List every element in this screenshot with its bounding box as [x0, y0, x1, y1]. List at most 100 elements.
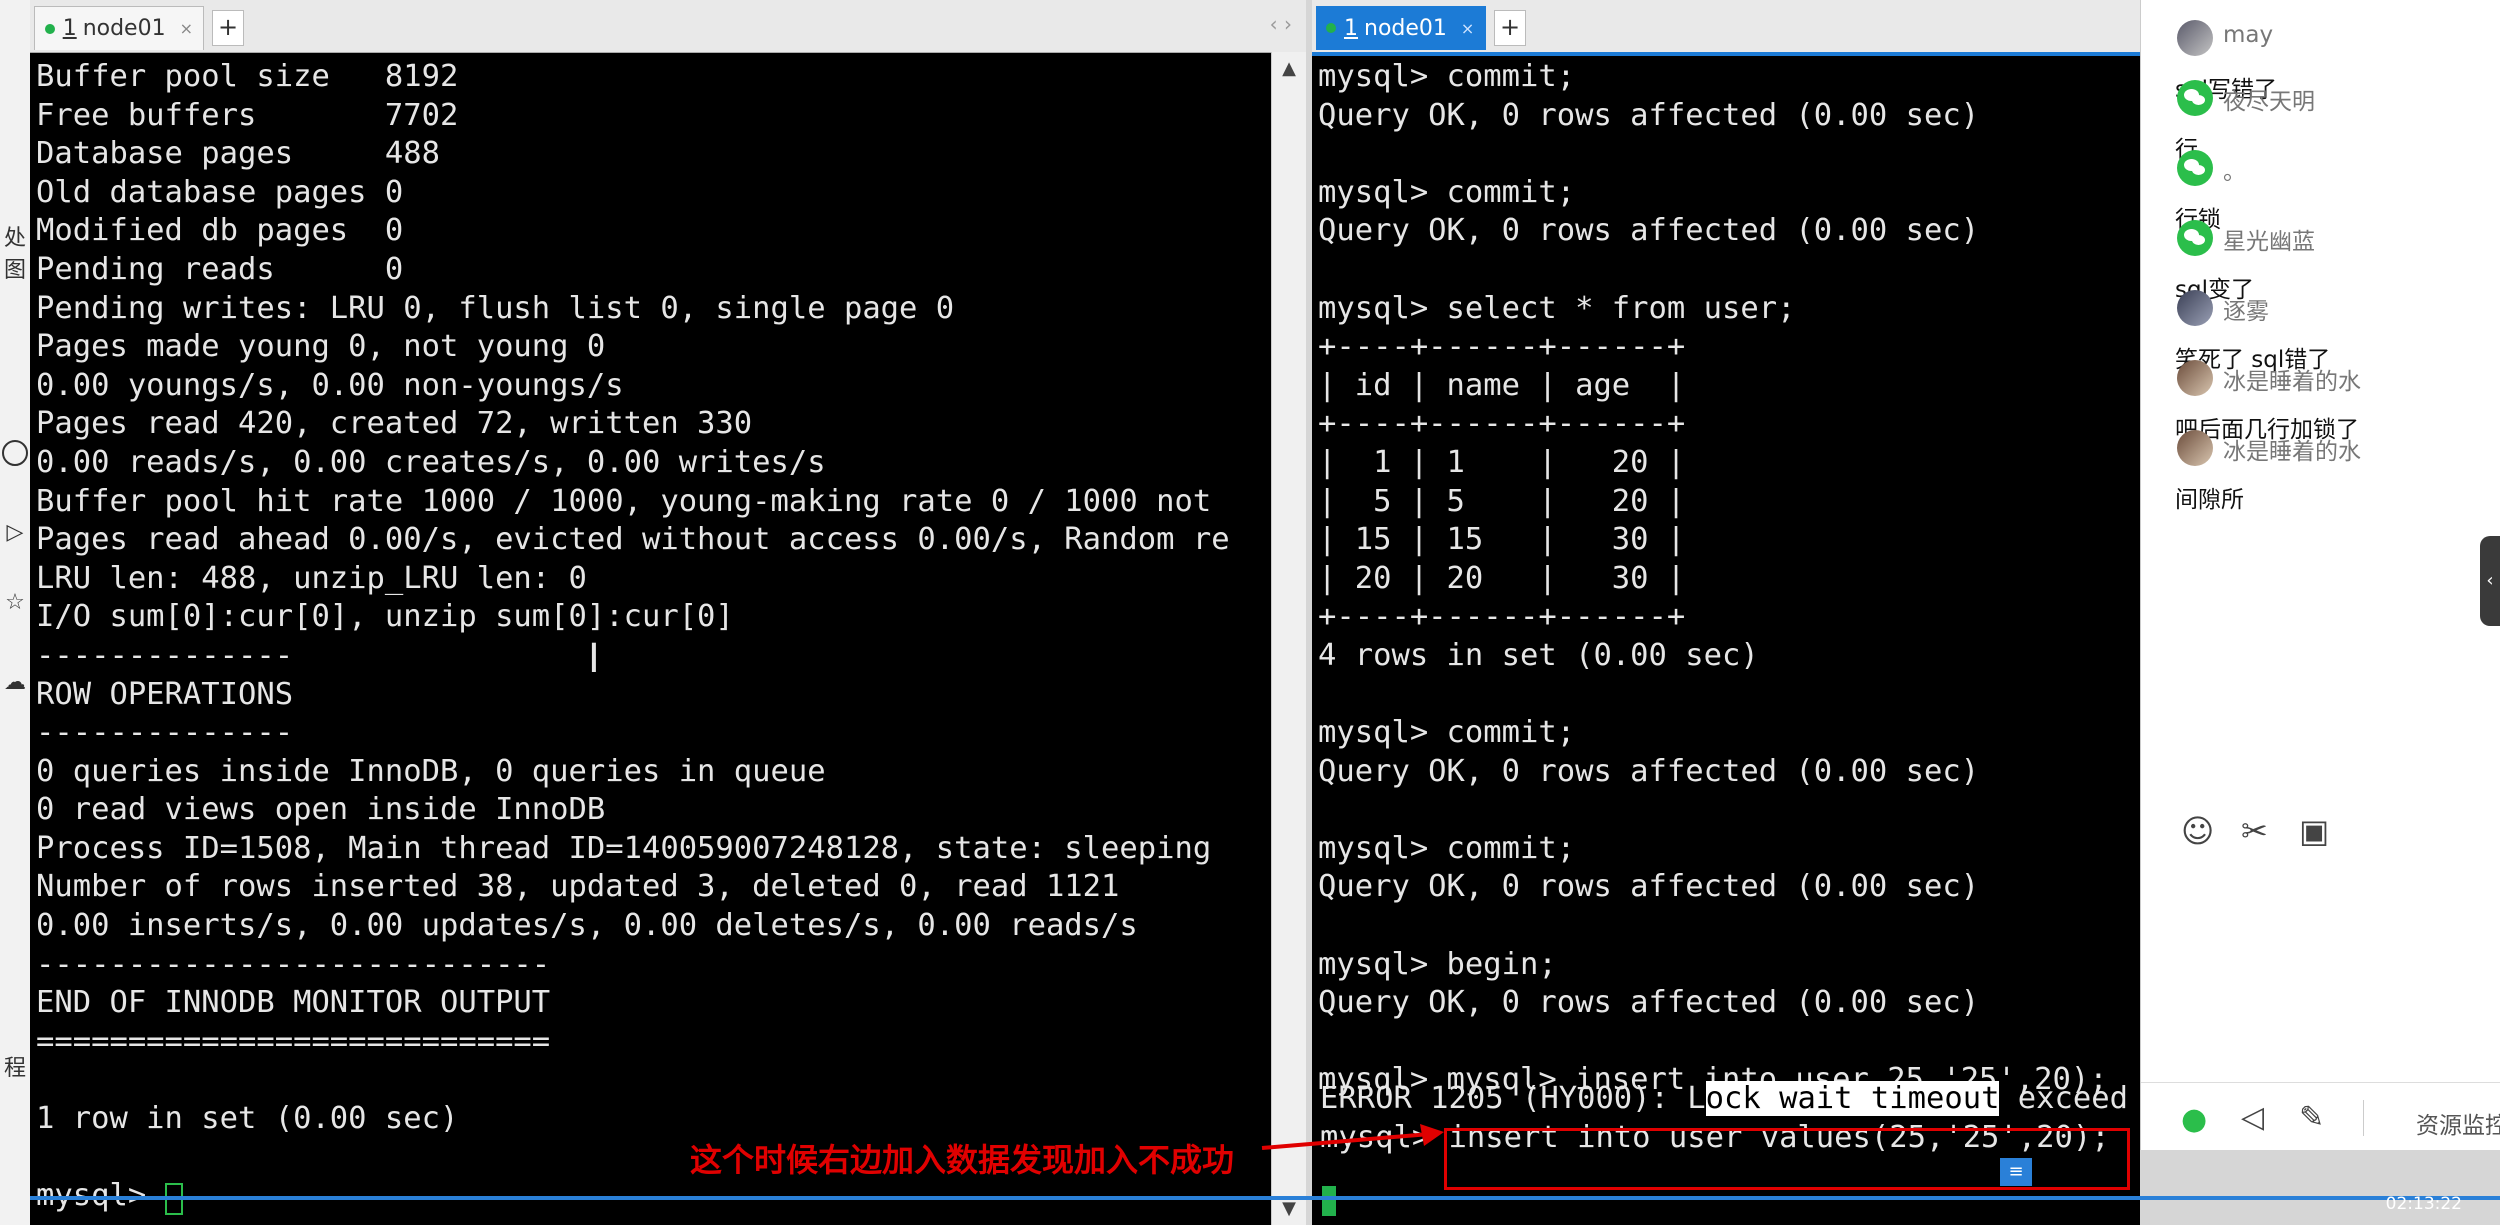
chat-sender-name: may — [2223, 22, 2274, 48]
chat-sender-name: 星光幽蓝 — [2223, 229, 2315, 255]
terminal-line: Query OK, 0 rows affected (0.00 sec) — [1318, 97, 1980, 133]
image-icon[interactable]: ▣ — [2299, 812, 2329, 850]
terminal-line: I/O sum[0]:cur[0], unzip sum[0]:cur[0] — [36, 599, 734, 635]
terminal-line: 0 queries inside InnoDB, 0 queries in qu… — [36, 753, 826, 789]
chat-sender-name: 夜尽天明 — [2223, 89, 2315, 115]
notes-icon[interactable]: ≡ — [2000, 1158, 2032, 1186]
right-terminal-pane[interactable]: 1 node01 × + mysql> commit; Query OK, 0 r… — [1312, 0, 2140, 1225]
terminal-line: Free buffers 7702 — [36, 97, 459, 133]
error-text: ERROR 1205 (HY000): L — [1320, 1081, 1706, 1116]
error-text-tail: exceed — [1999, 1081, 2128, 1116]
terminal-line: Modified db pages 0 — [36, 213, 404, 249]
chat-panel: maysql写错了夜尽天明行。行锁星光幽蓝sql变了逐雾笑死了 sql错了冰是睡… — [2140, 0, 2500, 1150]
terminal-line: -------------- — [36, 637, 294, 673]
terminal-line: Pending writes: LRU 0, flush list 0, sin… — [36, 290, 955, 326]
strip-char: 处 — [3, 226, 26, 251]
terminal-line: END OF INNODB MONITOR OUTPUT — [36, 985, 551, 1021]
left-tab-bar: 1 node01 × + ‹ › — [30, 0, 1306, 53]
avatar — [2177, 290, 2213, 326]
terminal-line: Query OK, 0 rows affected (0.00 sec) — [1318, 213, 1980, 249]
terminal-line: +----+------+------+ — [1318, 329, 1686, 365]
terminal-line: mysql> commit; — [1318, 715, 1576, 751]
chat-sender-name: 冰是睡着的水 — [2223, 369, 2361, 395]
avatar — [2177, 80, 2213, 116]
terminal-line: mysql> commit; — [1318, 174, 1576, 210]
error-highlight: ock wait timeout — [1705, 1081, 2000, 1116]
add-tab-button[interactable]: + — [212, 10, 244, 46]
terminal-line: | 1 | 1 | 20 | — [1318, 444, 1686, 480]
mic-icon[interactable]: ● — [2181, 1102, 2207, 1137]
cloud-icon: ☁ — [4, 670, 26, 695]
annotation-text: 这个时候右边加入数据发现加入不成功 — [690, 1141, 1235, 1179]
add-tab-button[interactable]: + — [1494, 10, 1526, 46]
divider — [2141, 1082, 2500, 1083]
terminal-line: 0.00 inserts/s, 0.00 updates/s, 0.00 del… — [36, 908, 1138, 944]
collapse-panel-button[interactable]: ‹ — [2480, 536, 2500, 626]
terminal-line: 0.00 reads/s, 0.00 creates/s, 0.00 write… — [36, 444, 826, 480]
close-icon[interactable]: × — [1461, 19, 1474, 38]
terminal-line: mysql> begin; — [1318, 946, 1557, 982]
background-app-strip: 处 图 ▷ ☆ ☁ 程 — [0, 0, 31, 1225]
terminal-line: Pages read ahead 0.00/s, evicted without… — [36, 522, 1230, 558]
terminal-line: mysql> commit; — [1318, 59, 1576, 94]
terminal-line: Query OK, 0 rows affected (0.00 sec) — [1318, 985, 1980, 1021]
terminal-line: ============================ — [36, 1023, 551, 1059]
tab-node01[interactable]: 1 node01 × — [34, 6, 204, 50]
terminal-line: Query OK, 0 rows affected (0.00 sec) — [1318, 753, 1980, 789]
terminal-line: Old database pages 0 — [36, 174, 404, 210]
terminal-caret — [1322, 1186, 1336, 1216]
terminal-line: Database pages 488 — [36, 136, 440, 172]
left-terminal-pane[interactable]: 1 node01 × + ‹ › Buffer pool size 8192 Fr… — [30, 0, 1306, 1225]
star-icon: ☆ — [5, 590, 25, 615]
terminal-line: Buffer pool hit rate 1000 / 1000, young-… — [36, 483, 1212, 519]
resource-monitor-link[interactable]: 资源监控 — [2416, 1106, 2500, 1140]
chat-message-text: 间隙所 — [2175, 487, 2244, 513]
terminal-line: Number of rows inserted 38, updated 3, d… — [36, 869, 1120, 905]
speaker-icon[interactable]: ◁ — [2241, 1100, 2264, 1135]
text-cursor-icon: I — [588, 636, 600, 682]
smile-icon[interactable]: ☺ — [2181, 812, 2214, 850]
tab-nav-arrows[interactable]: ‹ › — [1270, 12, 1292, 36]
video-timestamp: 02:13:22 — [2385, 1194, 2462, 1214]
avatar — [2177, 360, 2213, 396]
right-tab-bar: 1 node01 × + — [1312, 0, 2140, 56]
avatar — [2177, 220, 2213, 256]
tab-number: 1 — [1344, 15, 1358, 41]
avatar — [2177, 20, 2213, 56]
tab-number: 1 — [62, 16, 77, 41]
scroll-down-icon[interactable]: ▼ — [1272, 1198, 1306, 1219]
terminal-line: | 5 | 5 | 20 | — [1318, 483, 1686, 519]
scrollbar[interactable]: ▲ ▼ — [1271, 52, 1306, 1225]
scroll-up-icon[interactable]: ▲ — [1272, 58, 1306, 79]
terminal-line: mysql> select * from user; — [1318, 290, 1796, 326]
status-dot-icon — [45, 23, 55, 34]
video-progress-bar[interactable] — [30, 1196, 2500, 1200]
tab-node01-active[interactable]: 1 node01 × — [1316, 6, 1486, 50]
chat-sender-name: 冰是睡着的水 — [2223, 439, 2361, 465]
terminal-line: Buffer pool size 8192 — [36, 59, 459, 94]
terminal-line: Query OK, 0 rows affected (0.00 sec) — [1318, 869, 1980, 905]
chat-sender-name: 逐雾 — [2223, 299, 2269, 325]
play-icon: ▷ — [6, 520, 24, 545]
terminal-line: Pages read 420, created 72, written 330 — [36, 406, 753, 442]
terminal-line: | id | name | age | — [1318, 367, 1686, 403]
terminal-line: | 15 | 15 | 30 | — [1318, 522, 1686, 558]
scissors-icon[interactable]: ✂ — [2241, 812, 2268, 850]
terminal-line: +----+------+------+ — [1318, 599, 1686, 635]
strip-char: 程 — [3, 1056, 26, 1081]
tab-label: node01 — [1364, 15, 1447, 41]
terminal-line: 0.00 youngs/s, 0.00 non-youngs/s — [36, 367, 624, 403]
terminal-output: Buffer pool size 8192 Free buffers 7702 Da… — [36, 58, 1230, 1216]
terminal-line: 4 rows in set (0.00 sec) — [1318, 637, 1759, 673]
pen-icon[interactable]: ✎ — [2299, 1100, 2324, 1135]
close-icon[interactable]: × — [180, 19, 193, 38]
circle-icon — [2, 440, 28, 466]
divider — [2363, 1100, 2364, 1136]
terminal-line: ---------------------------- — [36, 946, 551, 982]
terminal-line: 1 row in set (0.00 sec) — [36, 1101, 459, 1137]
